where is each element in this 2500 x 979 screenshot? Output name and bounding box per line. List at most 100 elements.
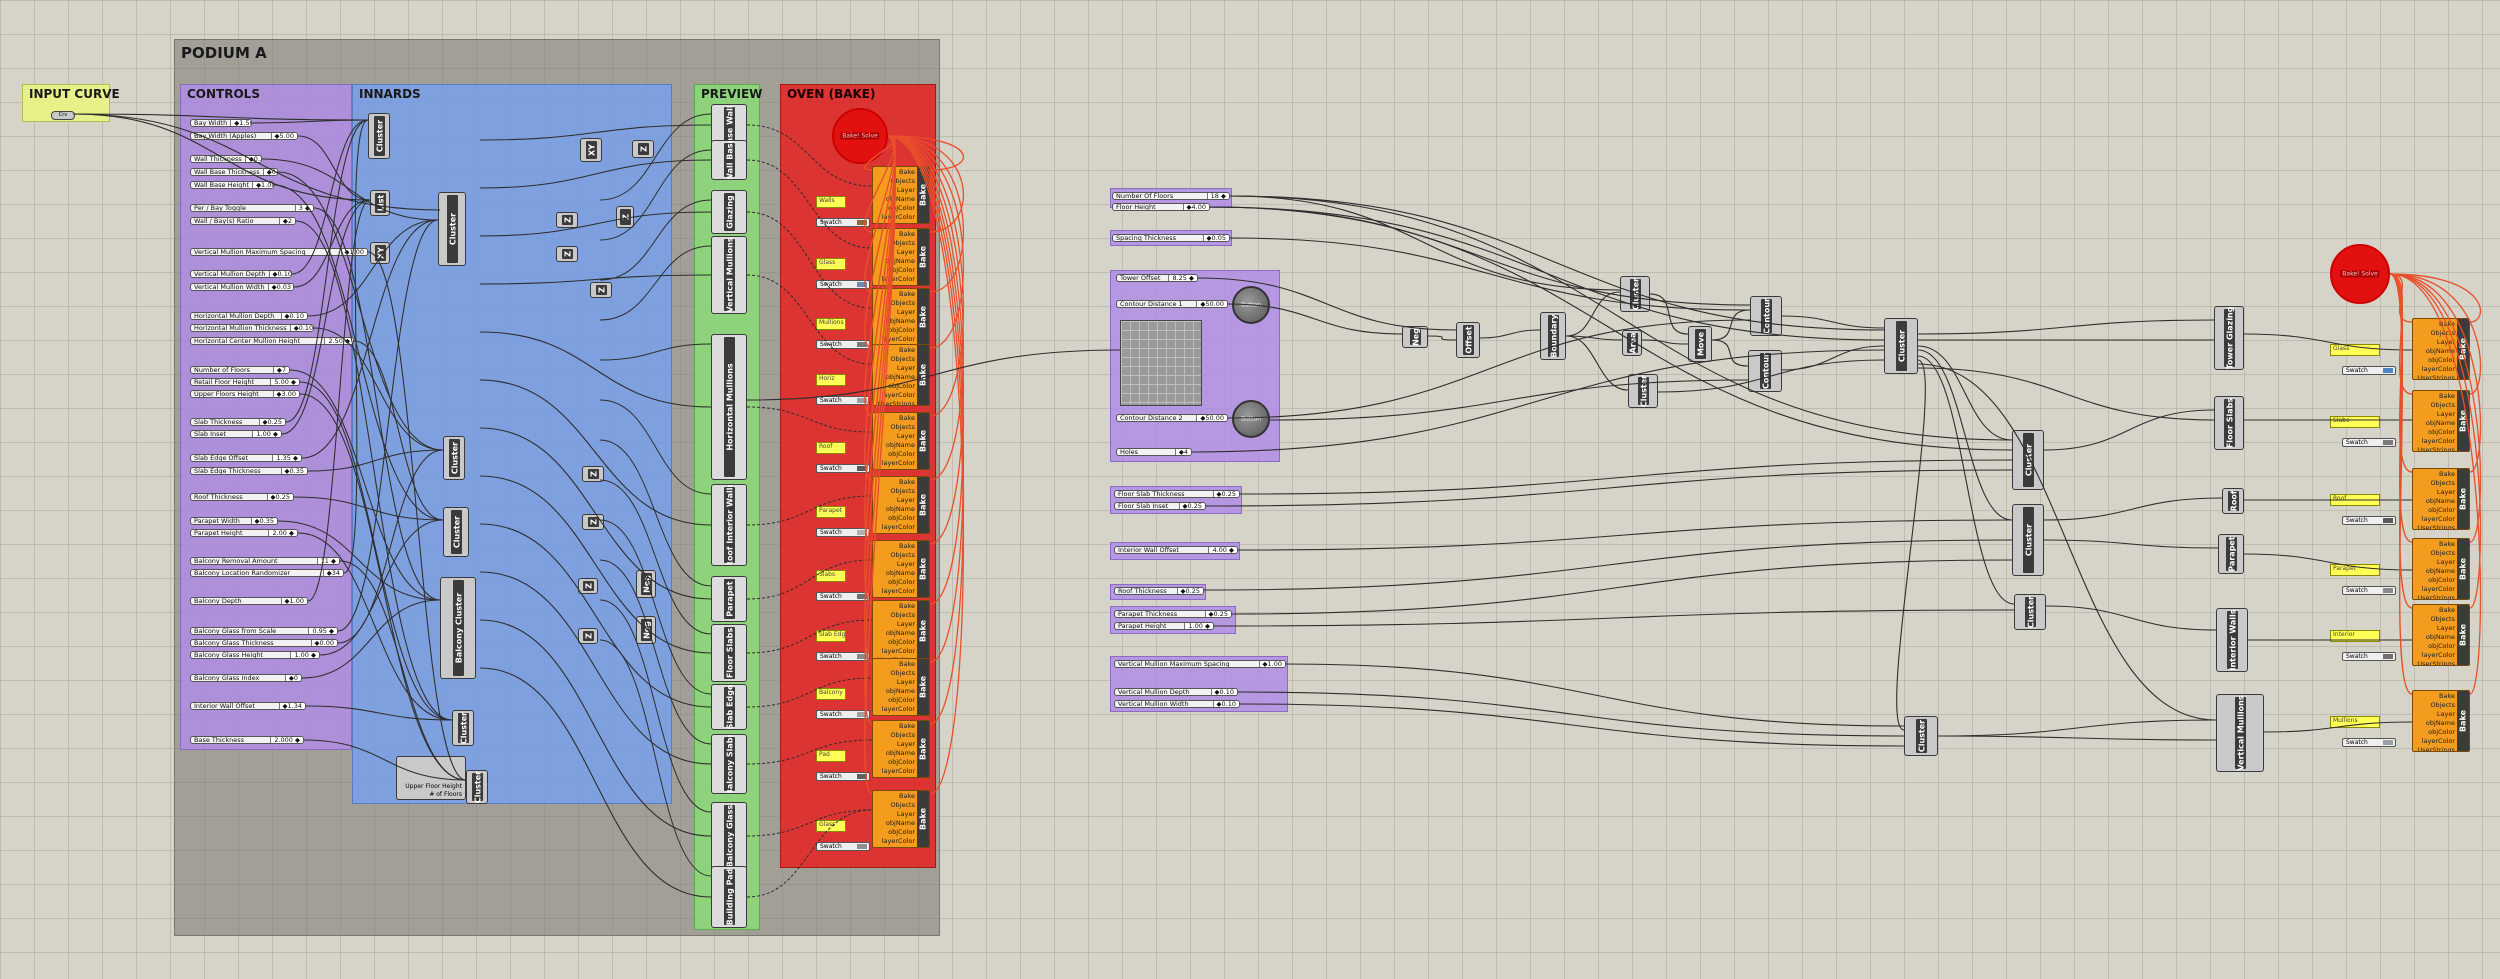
oven-swatch-10[interactable]: Swatch — [816, 842, 870, 851]
right-slider-contour-1[interactable]: Contour Distance 1 ◆50.00 — [1116, 300, 1228, 308]
right-layer-panel-5[interactable]: Mullions — [2330, 716, 2380, 728]
controls-slider-6[interactable]: Wall / Bay(s) Ratio ◆2 — [190, 217, 296, 225]
right-slider-roof[interactable]: Roof Thickness ◆0.25 — [1114, 587, 1204, 595]
right-slider-interior-offset[interactable]: Interior Wall Offset 4.00 ◆ — [1114, 546, 1238, 554]
right-layer-panel-0[interactable]: Glass — [2330, 344, 2380, 356]
controls-slider-27[interactable]: Balcony Glass Thickness ◆0.00 — [190, 639, 338, 647]
right-comp-13[interactable]: Cluster — [1904, 716, 1938, 756]
oven-swatch-2[interactable]: Swatch — [816, 340, 870, 349]
right-comp-3[interactable]: Cluster — [1620, 276, 1650, 312]
right-comp-8[interactable]: Contour — [1748, 350, 1782, 392]
right-comp-1[interactable]: Offset — [1456, 322, 1480, 358]
oven-swatch-8[interactable]: Swatch — [816, 710, 870, 719]
right-slider-parapet-thickness-value[interactable]: ◆0.25 — [1204, 611, 1231, 617]
oven-swatch-4[interactable]: Swatch — [816, 464, 870, 473]
controls-slider-18[interactable]: Slab Edge Offset 1.35 ◆ — [190, 454, 302, 462]
controls-slider-1-value[interactable]: ◆5.00 — [270, 133, 297, 139]
innards-comp-4[interactable]: Cluster — [443, 436, 465, 480]
bake-8[interactable]: Bake Objects Layer objName objColor layerColo… — [872, 658, 930, 716]
bake-6[interactable]: Bake Objects Layer objName objColor layerColo… — [872, 540, 930, 598]
bake-7[interactable]: Bake Objects Layer objName objColor layerColo… — [872, 600, 930, 662]
right-slider-parapet-height[interactable]: Parapet Height 1.00 ◆ — [1114, 622, 1214, 630]
controls-slider-19[interactable]: Slab Edge Thickness ◆0.35 — [190, 467, 308, 475]
controls-slider-19-value[interactable]: ◆0.35 — [280, 468, 307, 474]
preview-4[interactable]: Horizontal Mullions — [711, 334, 747, 480]
oven-swatch-5[interactable]: Swatch — [816, 528, 870, 537]
controls-slider-28[interactable]: Balcony Glass Height 1.00 ◆ — [190, 651, 320, 659]
controls-slider-24-value[interactable]: ◆34 — [322, 570, 343, 576]
controls-slider-15-value[interactable]: ◆3.00 — [272, 391, 299, 397]
controls-slider-13[interactable]: Number of Floors ◆7 — [190, 366, 290, 374]
oven-swatch-0[interactable]: Swatch — [816, 218, 870, 227]
oven-swatch-9[interactable]: Swatch — [816, 772, 870, 781]
controls-slider-8[interactable]: Vertical Mullion Depth ◆0.10 — [190, 270, 292, 278]
controls-slider-28-value[interactable]: 1.00 ◆ — [290, 652, 319, 658]
curve-param[interactable]: Crv — [51, 111, 75, 120]
right-slider-parapet-height-value[interactable]: 1.00 ◆ — [1184, 623, 1213, 629]
right-bake-3[interactable]: Bake Objects Layer objName objColor layerColo… — [2412, 538, 2470, 600]
controls-slider-16-value[interactable]: ◆0.25 — [258, 419, 285, 425]
right-layer-panel-1[interactable]: Slabs — [2330, 416, 2380, 428]
oven-layer-panel-1[interactable]: Glass — [816, 258, 846, 270]
right-slider-holes[interactable]: Holes ◆4 — [1116, 448, 1192, 456]
oven-layer-panel-9[interactable]: Pad — [816, 750, 846, 762]
innards-comp-13[interactable]: Z — [556, 246, 578, 262]
right-slider-mullion-width[interactable]: Vertical Mullion Width ◆0.10 — [1114, 700, 1240, 708]
right-comp-10[interactable]: Cluster — [2012, 430, 2044, 490]
controls-slider-14-value[interactable]: 5.00 ◆ — [270, 379, 299, 385]
preview-6[interactable]: Parapet — [711, 576, 747, 622]
controls-slider-20-value[interactable]: ◆0.25 — [266, 494, 293, 500]
right-comp-5[interactable]: Cluster — [1628, 374, 1658, 408]
right-swatch-3[interactable]: Swatch — [2342, 586, 2396, 595]
bake-4[interactable]: Bake Objects Layer objName objColor layerColo… — [872, 412, 930, 470]
oven-swatch-3[interactable]: Swatch — [816, 396, 870, 405]
controls-slider-8-value[interactable]: ◆0.10 — [268, 271, 291, 277]
right-comp-7[interactable]: Contour — [1750, 296, 1782, 336]
controls-slider-5-value[interactable]: 3 ◆ — [294, 205, 313, 211]
oven-swatch-7[interactable]: Swatch — [816, 652, 870, 661]
right-comp-4[interactable]: Area — [1622, 330, 1642, 356]
oven-layer-panel-7[interactable]: Slab Edge — [816, 630, 846, 642]
controls-slider-17-value[interactable]: 1.00 ◆ — [252, 431, 281, 437]
controls-slider-18-value[interactable]: 1.35 ◆ — [272, 455, 301, 461]
innards-comp-17[interactable]: Z — [578, 578, 598, 594]
controls-slider-11[interactable]: Horizontal Mullion Thickness ◆0.10 — [190, 324, 314, 332]
controls-slider-4-value[interactable]: ◆1.00 — [252, 182, 273, 188]
controls-slider-5[interactable]: Per / Bay Toggle 3 ◆ — [190, 204, 314, 212]
right-bake-2[interactable]: Bake Objects Layer objName objColor layerColo… — [2412, 468, 2470, 530]
controls-slider-6-value[interactable]: ◆2 — [278, 218, 295, 224]
right-slider-slab-thickness-value[interactable]: ◆0.25 — [1212, 491, 1239, 497]
controls-slider-20[interactable]: Roof Thickness ◆0.25 — [190, 493, 294, 501]
innards-comp-19[interactable]: Z — [578, 628, 598, 644]
right-bake-0[interactable]: Bake Objects Layer objName objColor layerColo… — [2412, 318, 2470, 380]
innards-comp-3[interactable]: Cluster — [438, 192, 466, 266]
right-slider-spacing-value[interactable]: ◆0.05 — [1202, 235, 1229, 241]
oven-layer-panel-5[interactable]: Parapet — [816, 506, 846, 518]
right-slider-mullion-depth-value[interactable]: ◆0.10 — [1210, 689, 1237, 695]
knob-button-1[interactable]: Button — [1232, 286, 1270, 324]
controls-slider-0[interactable]: Bay Width◆1.500 — [190, 119, 252, 127]
controls-slider-25[interactable]: Balcony Depth ◆1.00 — [190, 597, 308, 605]
controls-slider-2-value[interactable]: ◆0.25 — [244, 156, 261, 162]
controls-slider-24[interactable]: Balcony Location Randomizer ◆34 — [190, 569, 344, 577]
controls-slider-4[interactable]: Wall Base Height ◆1.00 — [190, 181, 274, 189]
innards-comp-7[interactable]: Cluster — [452, 710, 474, 746]
right-comp-14[interactable]: Tower Glazing — [2214, 306, 2244, 370]
controls-slider-16[interactable]: Slab Thickness ◆0.25 — [190, 418, 286, 426]
controls-slider-15[interactable]: Upper Floors Height ◆3.00 — [190, 390, 300, 398]
innards-comp-10[interactable]: Z — [632, 140, 654, 158]
right-layer-panel-4[interactable]: Interior — [2330, 630, 2380, 642]
innards-comp-1[interactable]: List — [370, 190, 390, 216]
innards-comp-16[interactable]: Z — [582, 514, 604, 530]
right-slider-contour-1-value[interactable]: ◆50.00 — [1196, 301, 1227, 307]
oven-layer-panel-0[interactable]: Walls — [816, 196, 846, 208]
oven-layer-panel-6[interactable]: Slabs — [816, 570, 846, 582]
controls-slider-22[interactable]: Parapet Height 2.00 ◆ — [190, 529, 298, 537]
bake-2[interactable]: Bake Objects Layer objName objColor layerColo… — [872, 288, 930, 346]
controls-slider-31[interactable]: Base Thickness 2.000 ◆ — [190, 736, 304, 744]
right-slider-floors[interactable]: Number Of Floors 18 ◆ — [1112, 192, 1230, 200]
right-comp-11[interactable]: Cluster — [2012, 504, 2044, 576]
controls-slider-23-value[interactable]: 11 ◆ — [316, 558, 339, 564]
right-swatch-2[interactable]: Swatch — [2342, 516, 2396, 525]
innards-comp-6[interactable]: Balcony Cluster — [440, 577, 476, 679]
